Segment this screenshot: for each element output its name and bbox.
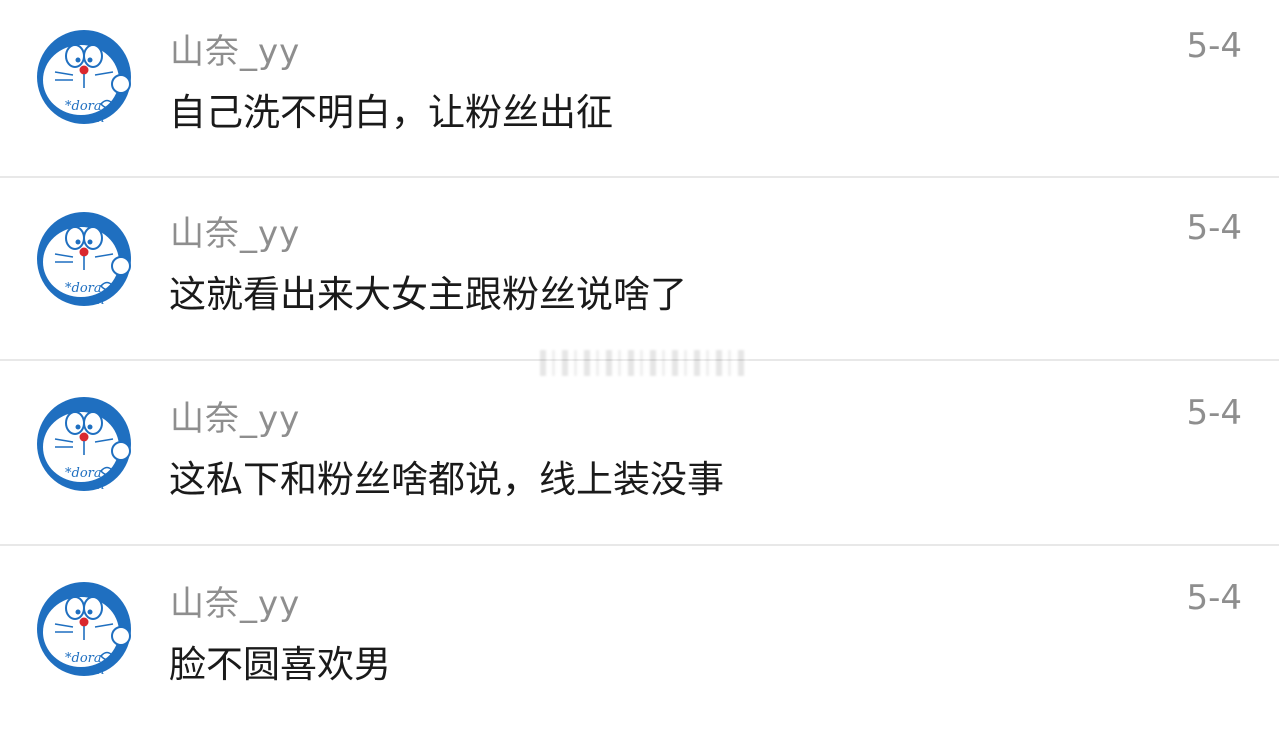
comment-date: 5-4	[1186, 393, 1242, 433]
divider	[0, 176, 1279, 178]
comment-date: 5-4	[1186, 26, 1242, 66]
username[interactable]: 山奈_yy	[170, 24, 300, 73]
comment-item[interactable]: *dora emon 山奈_yy 这私下和粉丝啥都说，线上装没事 5-4	[0, 367, 1279, 547]
doraemon-avatar-icon[interactable]: *dora emon	[35, 28, 133, 126]
svg-text:emon: emon	[71, 111, 104, 125]
comment-date: 5-4	[1186, 578, 1242, 618]
doraemon-avatar-icon[interactable]: *dora emon	[35, 395, 133, 493]
comment-date: 5-4	[1186, 208, 1242, 248]
doraemon-avatar-icon[interactable]: *dora emon	[35, 210, 133, 308]
blurred-watermark	[540, 350, 748, 376]
username[interactable]: 山奈_yy	[170, 206, 300, 255]
comment-item[interactable]: *dora emon 山奈_yy 自己洗不明白，让粉丝出征 5-4	[0, 0, 1279, 180]
comment-text: 这就看出来大女主跟粉丝说啥了	[169, 273, 687, 316]
comment-text: 脸不圆喜欢男	[169, 643, 391, 686]
comment-item[interactable]: *dora emon 山奈_yy 这就看出来大女主跟粉丝说啥了 5-4	[0, 182, 1279, 362]
svg-text:emon: emon	[71, 293, 104, 307]
svg-text:emon: emon	[71, 663, 104, 677]
svg-text:emon: emon	[71, 478, 104, 492]
doraemon-avatar-icon[interactable]: *dora emon	[35, 580, 133, 678]
divider	[0, 544, 1279, 546]
username[interactable]: 山奈_yy	[170, 391, 300, 440]
username[interactable]: 山奈_yy	[170, 576, 300, 625]
comment-text: 自己洗不明白，让粉丝出征	[169, 91, 613, 134]
comment-text: 这私下和粉丝啥都说，线上装没事	[169, 458, 724, 501]
comment-item[interactable]: *dora emon 山奈_yy 脸不圆喜欢男 5-4	[0, 552, 1279, 732]
